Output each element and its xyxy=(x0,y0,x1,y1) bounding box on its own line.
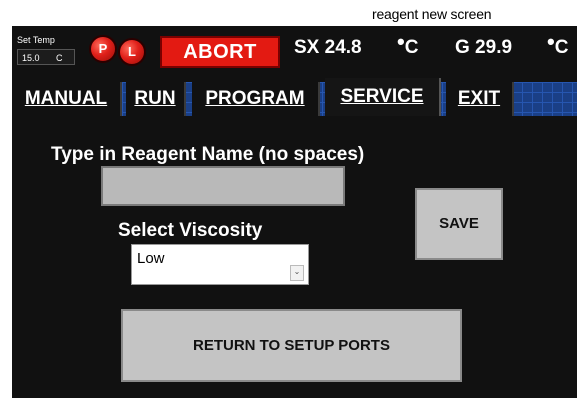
chevron-down-icon[interactable]: ⌄ xyxy=(290,265,304,281)
g-temperature-reading: G 29.9 xyxy=(455,37,513,58)
tab-manual[interactable]: MANUAL xyxy=(12,82,122,116)
reagent-name-prompt: Type in Reagent Name (no spaces) xyxy=(51,144,365,165)
viscosity-selected-value: Low xyxy=(137,250,165,267)
viscosity-select[interactable]: Low ⌄ xyxy=(131,244,309,285)
set-temp-label: Set Temp xyxy=(17,35,55,45)
status-bar: Set Temp 15.0 C P L ABORT SX 24.8 •C G 2… xyxy=(12,26,577,74)
reagent-name-input[interactable] xyxy=(101,166,345,206)
sx-temperature-reading: SX 24.8 xyxy=(294,37,362,58)
l-indicator-button[interactable]: L xyxy=(118,38,146,66)
abort-button[interactable]: ABORT xyxy=(160,36,280,68)
tab-bar: MANUAL RUN PROGRAM SERVICE EXIT xyxy=(12,78,577,116)
instrument-screen: Set Temp 15.0 C P L ABORT SX 24.8 •C G 2… xyxy=(12,26,577,398)
sx-unit-label: C xyxy=(404,37,419,58)
tab-exit[interactable]: EXIT xyxy=(446,82,514,116)
degree-icon: • xyxy=(547,29,555,54)
sx-temperature-unit: •C xyxy=(397,29,419,59)
tab-service[interactable]: SERVICE xyxy=(325,78,441,116)
set-temp-field[interactable]: 15.0 C xyxy=(17,49,75,65)
return-to-setup-ports-button[interactable]: RETURN TO SETUP PORTS xyxy=(121,309,462,382)
viscosity-label: Select Viscosity xyxy=(118,220,263,241)
degree-icon: • xyxy=(397,29,405,54)
tab-program[interactable]: PROGRAM xyxy=(192,82,320,116)
g-unit-label: C xyxy=(554,37,569,58)
reagent-form: Type in Reagent Name (no spaces) Select … xyxy=(12,116,577,398)
screen-caption: reagent new screen xyxy=(372,6,492,22)
save-button[interactable]: SAVE xyxy=(415,188,503,260)
set-temp-unit: C xyxy=(56,53,63,63)
set-temp-value: 15.0 xyxy=(22,53,40,63)
g-temperature-unit: •C xyxy=(547,29,569,59)
p-indicator-button[interactable]: P xyxy=(89,35,117,63)
tab-run[interactable]: RUN xyxy=(126,82,186,116)
